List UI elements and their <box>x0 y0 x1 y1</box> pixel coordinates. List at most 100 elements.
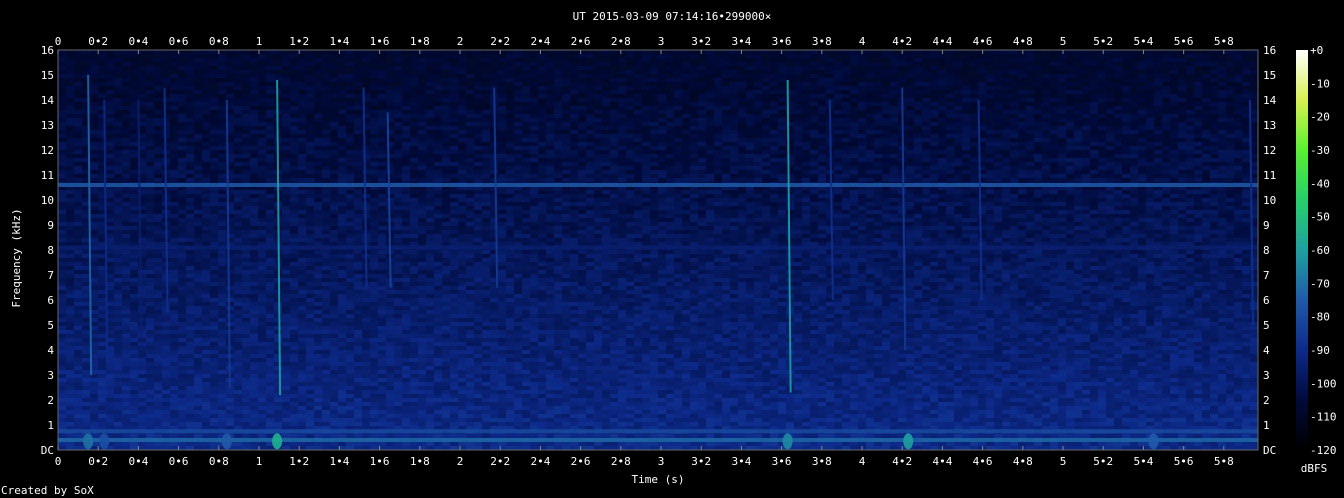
noise-cell <box>914 106 922 110</box>
noise-cell <box>594 154 602 158</box>
noise-cell <box>602 62 610 66</box>
noise-cell <box>874 74 882 78</box>
noise-cell <box>778 118 786 122</box>
noise-cell <box>970 146 978 150</box>
noise-cell <box>1018 50 1026 54</box>
noise-cell <box>1074 122 1082 126</box>
noise-cell <box>690 142 698 146</box>
noise-cell <box>1074 114 1082 118</box>
noise-cell <box>1042 158 1050 162</box>
noise-cell <box>202 126 210 130</box>
noise-cell <box>1242 102 1250 106</box>
noise-cell <box>250 102 258 106</box>
noise-cell <box>186 126 194 130</box>
noise-cell <box>1002 178 1010 182</box>
noise-cell <box>842 98 850 102</box>
noise-cell <box>754 58 762 62</box>
noise-cell <box>914 146 922 150</box>
noise-cell <box>1130 70 1138 74</box>
noise-cell <box>570 130 578 134</box>
noise-cell <box>1234 150 1242 154</box>
noise-cell <box>290 62 298 66</box>
noise-cell <box>674 130 682 134</box>
noise-cell <box>210 110 218 114</box>
noise-cell <box>634 142 642 146</box>
noise-cell <box>986 122 994 126</box>
noise-cell <box>850 118 858 122</box>
noise-cell <box>1122 134 1130 138</box>
noise-cell <box>930 134 938 138</box>
noise-cell <box>642 50 650 54</box>
noise-cell <box>602 130 610 134</box>
noise-cell <box>1226 122 1234 126</box>
noise-cell <box>754 122 762 126</box>
noise-cell <box>922 98 930 102</box>
noise-cell <box>354 66 362 70</box>
noise-cell <box>874 102 882 106</box>
noise-cell <box>866 86 874 90</box>
noise-cell <box>1218 94 1226 98</box>
noise-cell <box>706 146 714 150</box>
noise-cell <box>1042 66 1050 70</box>
noise-cell <box>330 154 338 158</box>
noise-cell <box>810 178 818 182</box>
noise-cell <box>1146 146 1154 150</box>
noise-cell <box>474 134 482 138</box>
noise-cell <box>562 106 570 110</box>
noise-cell <box>602 54 610 58</box>
noise-cell <box>218 134 226 138</box>
noise-cell <box>138 94 146 98</box>
noise-cell <box>138 86 146 90</box>
noise-cell <box>506 54 514 58</box>
noise-cell <box>850 178 858 182</box>
noise-cell <box>914 58 922 62</box>
noise-cell <box>578 90 586 94</box>
noise-cell <box>1090 66 1098 70</box>
noise-cell <box>1034 90 1042 94</box>
noise-cell <box>194 98 202 102</box>
noise-cell <box>1178 98 1186 102</box>
noise-cell <box>298 122 306 126</box>
noise-cell <box>1114 50 1122 54</box>
noise-cell <box>1026 94 1034 98</box>
noise-cell <box>866 158 874 162</box>
noise-cell <box>402 86 410 90</box>
noise-cell <box>122 102 130 106</box>
noise-cell <box>722 118 730 122</box>
noise-cell <box>1114 78 1122 82</box>
noise-cell <box>850 90 858 94</box>
noise-cell <box>602 142 610 146</box>
noise-cell <box>578 50 586 54</box>
noise-cell <box>1090 70 1098 74</box>
noise-cell <box>394 154 402 158</box>
noise-cell <box>1122 142 1130 146</box>
noise-cell <box>1074 166 1082 170</box>
noise-cell <box>570 50 578 54</box>
noise-cell <box>186 102 194 106</box>
noise-cell <box>586 102 594 106</box>
noise-cell <box>706 178 714 182</box>
noise-cell <box>394 174 402 178</box>
noise-cell <box>802 62 810 66</box>
noise-cell <box>66 62 74 66</box>
noise-cell <box>450 98 458 102</box>
noise-cell <box>322 90 330 94</box>
noise-cell <box>794 106 802 110</box>
noise-cell <box>474 142 482 146</box>
noise-cell <box>1114 138 1122 142</box>
noise-cell <box>994 118 1002 122</box>
noise-cell <box>594 170 602 174</box>
noise-cell <box>986 114 994 118</box>
noise-cell <box>786 54 794 58</box>
noise-cell <box>218 110 226 114</box>
noise-cell <box>242 130 250 134</box>
noise-cell <box>202 106 210 110</box>
noise-cell <box>466 170 474 174</box>
noise-cell <box>402 158 410 162</box>
noise-cell <box>682 162 690 166</box>
noise-cell <box>642 78 650 82</box>
noise-cell <box>810 74 818 78</box>
noise-cell <box>450 126 458 130</box>
noise-cell <box>218 126 226 130</box>
noise-cell <box>346 130 354 134</box>
